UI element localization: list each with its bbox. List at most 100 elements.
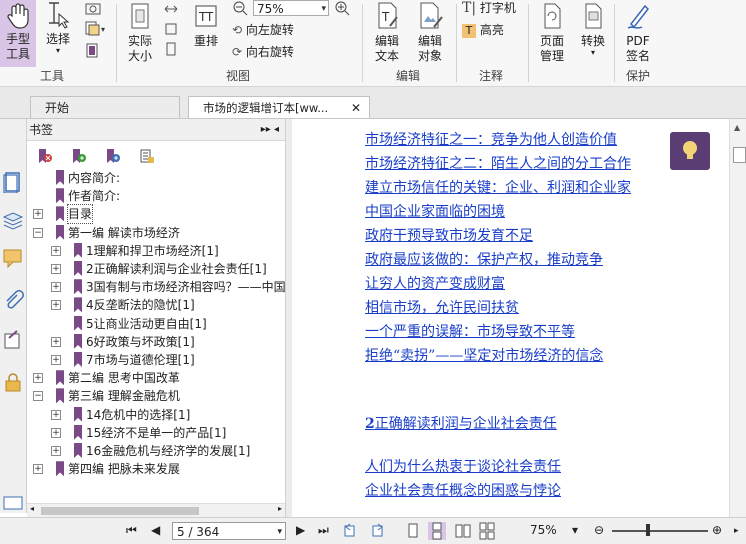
bookmark-item[interactable]: − 第一编 解读市场经济 <box>27 224 285 242</box>
status-more-icon[interactable]: ▸ <box>734 526 739 536</box>
lock-icon[interactable] <box>2 371 24 393</box>
rotate-right-button[interactable]: ⟳ 向右旋转 <box>232 42 294 62</box>
scroll-right-icon[interactable]: ▸ <box>278 504 282 513</box>
zoom-select[interactable]: 75% ▾ <box>253 0 329 16</box>
convert-button[interactable]: 转换 ▾ <box>576 0 610 57</box>
hand-tool-button[interactable]: 手型 工具 <box>0 0 36 67</box>
chevron-down-icon[interactable]: ▾ <box>277 523 282 541</box>
close-icon[interactable]: ✕ <box>351 97 361 119</box>
fit-width-icon[interactable] <box>163 2 179 16</box>
bookmark-item[interactable]: +1理解和捍卫市场经济[1] <box>27 242 285 260</box>
toc-link[interactable]: 建立市场信任的关键：企业、利润和企业家 <box>365 177 631 197</box>
highlight-button[interactable]: T 高亮 <box>462 20 504 40</box>
vertical-scrollbar[interactable]: ▲ <box>729 119 746 517</box>
snapshot-icon[interactable] <box>84 1 102 15</box>
horizontal-scrollbar[interactable]: ◂ ▸ <box>27 503 285 518</box>
zoom-in-icon[interactable]: ⊕ <box>712 523 722 537</box>
bookmark-item[interactable]: +4反垄断法的隐忧[1] <box>27 296 285 314</box>
toc-link[interactable]: 中国企业家面临的困境 <box>365 201 505 221</box>
attachment-icon[interactable] <box>2 289 24 311</box>
page-number-field[interactable]: 5 / 364 ▾ <box>172 522 286 540</box>
pages-icon[interactable] <box>2 171 24 193</box>
scrollbar-thumb[interactable] <box>733 147 746 163</box>
zoom-in-icon[interactable] <box>334 0 352 16</box>
layers-icon[interactable] <box>2 209 24 231</box>
add-bookmark-icon[interactable] <box>71 148 87 164</box>
toc-link[interactable]: 拒绝“卖拐”——坚定对市场经济的信念 <box>365 345 603 365</box>
toc-link[interactable]: 市场经济特征之一：竞争为他人创造价值 <box>365 129 617 149</box>
tab-document[interactable]: 市场的逻辑增订本[ww... ✕ <box>188 96 370 118</box>
bookmark-item[interactable]: 5让商业活动更自由[1] <box>27 315 285 333</box>
bookmark-item[interactable]: +6好政策与坏政策[1] <box>27 333 285 351</box>
typewriter-button[interactable]: T| 打字机 <box>462 0 516 18</box>
lightbulb-tip-button[interactable] <box>670 132 710 170</box>
select-tool-button[interactable]: 选择 ▾ <box>42 0 74 55</box>
expand-icon[interactable]: + <box>51 355 61 365</box>
previous-view-icon[interactable] <box>342 522 360 540</box>
collapse-icon[interactable]: − <box>33 391 43 402</box>
rotate-left-button[interactable]: ⟲ 向左旋转 <box>232 20 294 40</box>
convert-dropdown-icon[interactable]: ▾ <box>576 49 610 57</box>
toc-link[interactable]: 市场经济特征之二：陌生人之间的分工合作 <box>365 153 631 173</box>
edit-text-button[interactable]: T 编辑 文本 <box>370 0 404 64</box>
bookmark-item[interactable]: − 第三编 理解金融危机 <box>27 387 285 405</box>
expand-icon[interactable]: + <box>51 409 61 420</box>
toc-link[interactable]: 人们为什么热衷于谈论社会责任 <box>365 456 561 476</box>
tab-home[interactable]: 开始 <box>30 96 180 118</box>
fit-page-icon[interactable] <box>84 42 102 58</box>
continuous-facing-view-icon[interactable] <box>478 522 496 540</box>
zoom-dropdown-icon[interactable]: ▾ <box>572 523 578 537</box>
bookmark-item[interactable]: +14危机中的选择[1] <box>27 406 285 424</box>
expand-icon[interactable]: + <box>51 264 61 274</box>
expand-icon[interactable]: + <box>51 245 61 256</box>
zoom-slider-thumb[interactable] <box>646 524 650 536</box>
expand-icon[interactable]: + <box>51 427 61 438</box>
zoom-out-icon[interactable]: ⊖ <box>594 523 604 537</box>
expand-icon[interactable]: + <box>33 373 43 384</box>
zoom-slider[interactable] <box>612 530 708 532</box>
single-page-view-icon[interactable] <box>404 522 422 540</box>
continuous-view-icon[interactable] <box>428 522 446 540</box>
first-page-icon[interactable]: ⏮ <box>126 523 137 538</box>
last-page-icon[interactable]: ⏭ <box>318 523 329 538</box>
comments-icon[interactable] <box>2 247 24 269</box>
expand-icon[interactable]: + <box>33 209 43 220</box>
select-dropdown-icon[interactable]: ▾ <box>42 47 74 55</box>
actual-size-button[interactable]: 实际 大小 <box>124 0 156 64</box>
add-child-bookmark-icon[interactable] <box>105 148 121 164</box>
fit-page-view-icon[interactable] <box>163 42 179 56</box>
bookmark-item[interactable]: 内容简介: <box>27 169 285 187</box>
fit-visible-icon[interactable] <box>163 22 179 36</box>
bookmark-item[interactable]: 作者简介: <box>27 187 285 205</box>
toc-link[interactable]: 企业社会责任概念的困惑与悖论 <box>365 480 561 500</box>
toc-link[interactable]: 政府干预导致市场发育不足 <box>365 225 533 245</box>
expand-icon[interactable]: + <box>51 300 61 311</box>
bookmark-item[interactable]: + 目录 <box>27 204 285 225</box>
reflow-button[interactable]: T T 重排 <box>190 0 222 49</box>
bookmark-item[interactable]: +3国有制与市场经济相容吗？——中国 <box>27 278 285 296</box>
toc-link[interactable]: 相信市场，允许民间扶贫 <box>365 297 519 317</box>
toc-link[interactable]: 政府最应该做的：保护产权，推动竞争 <box>365 249 603 269</box>
bookmark-item[interactable]: +15经济不是单一的产品[1] <box>27 424 285 442</box>
edit-object-button[interactable]: 编辑 对象 <box>410 0 450 64</box>
next-view-icon[interactable] <box>368 522 386 540</box>
facing-view-icon[interactable] <box>454 522 472 540</box>
chapter-link[interactable]: 2正确解读利润与企业社会责任 <box>365 413 557 433</box>
panel-collapse-icon[interactable]: ▸▸ ◂ <box>261 119 279 141</box>
delete-bookmark-icon[interactable] <box>37 148 53 164</box>
zoom-out-icon[interactable] <box>232 0 250 16</box>
collapse-icon[interactable]: − <box>33 227 43 238</box>
expand-bookmark-icon[interactable] <box>139 148 155 164</box>
bookmark-item[interactable]: +2正确解读利润与企业社会责任[1] <box>27 260 285 278</box>
pdf-sign-button[interactable]: PDF 签名 <box>620 0 656 64</box>
expand-icon[interactable]: + <box>33 464 43 475</box>
previous-page-icon[interactable]: ◀ <box>151 523 160 537</box>
scroll-up-icon[interactable]: ▲ <box>734 123 740 132</box>
panel-splitter[interactable] <box>286 119 292 517</box>
bookmark-item[interactable]: +16金融危机与经济学的发展[1] <box>27 442 285 460</box>
bookmark-item[interactable]: + 第四编 把脉未来发展 <box>27 460 285 478</box>
expand-icon[interactable]: + <box>51 282 61 293</box>
expand-icon[interactable]: + <box>51 336 61 347</box>
toc-link[interactable]: 一个严重的误解：市场导致不平等 <box>365 321 575 341</box>
scroll-left-icon[interactable]: ◂ <box>30 504 34 513</box>
